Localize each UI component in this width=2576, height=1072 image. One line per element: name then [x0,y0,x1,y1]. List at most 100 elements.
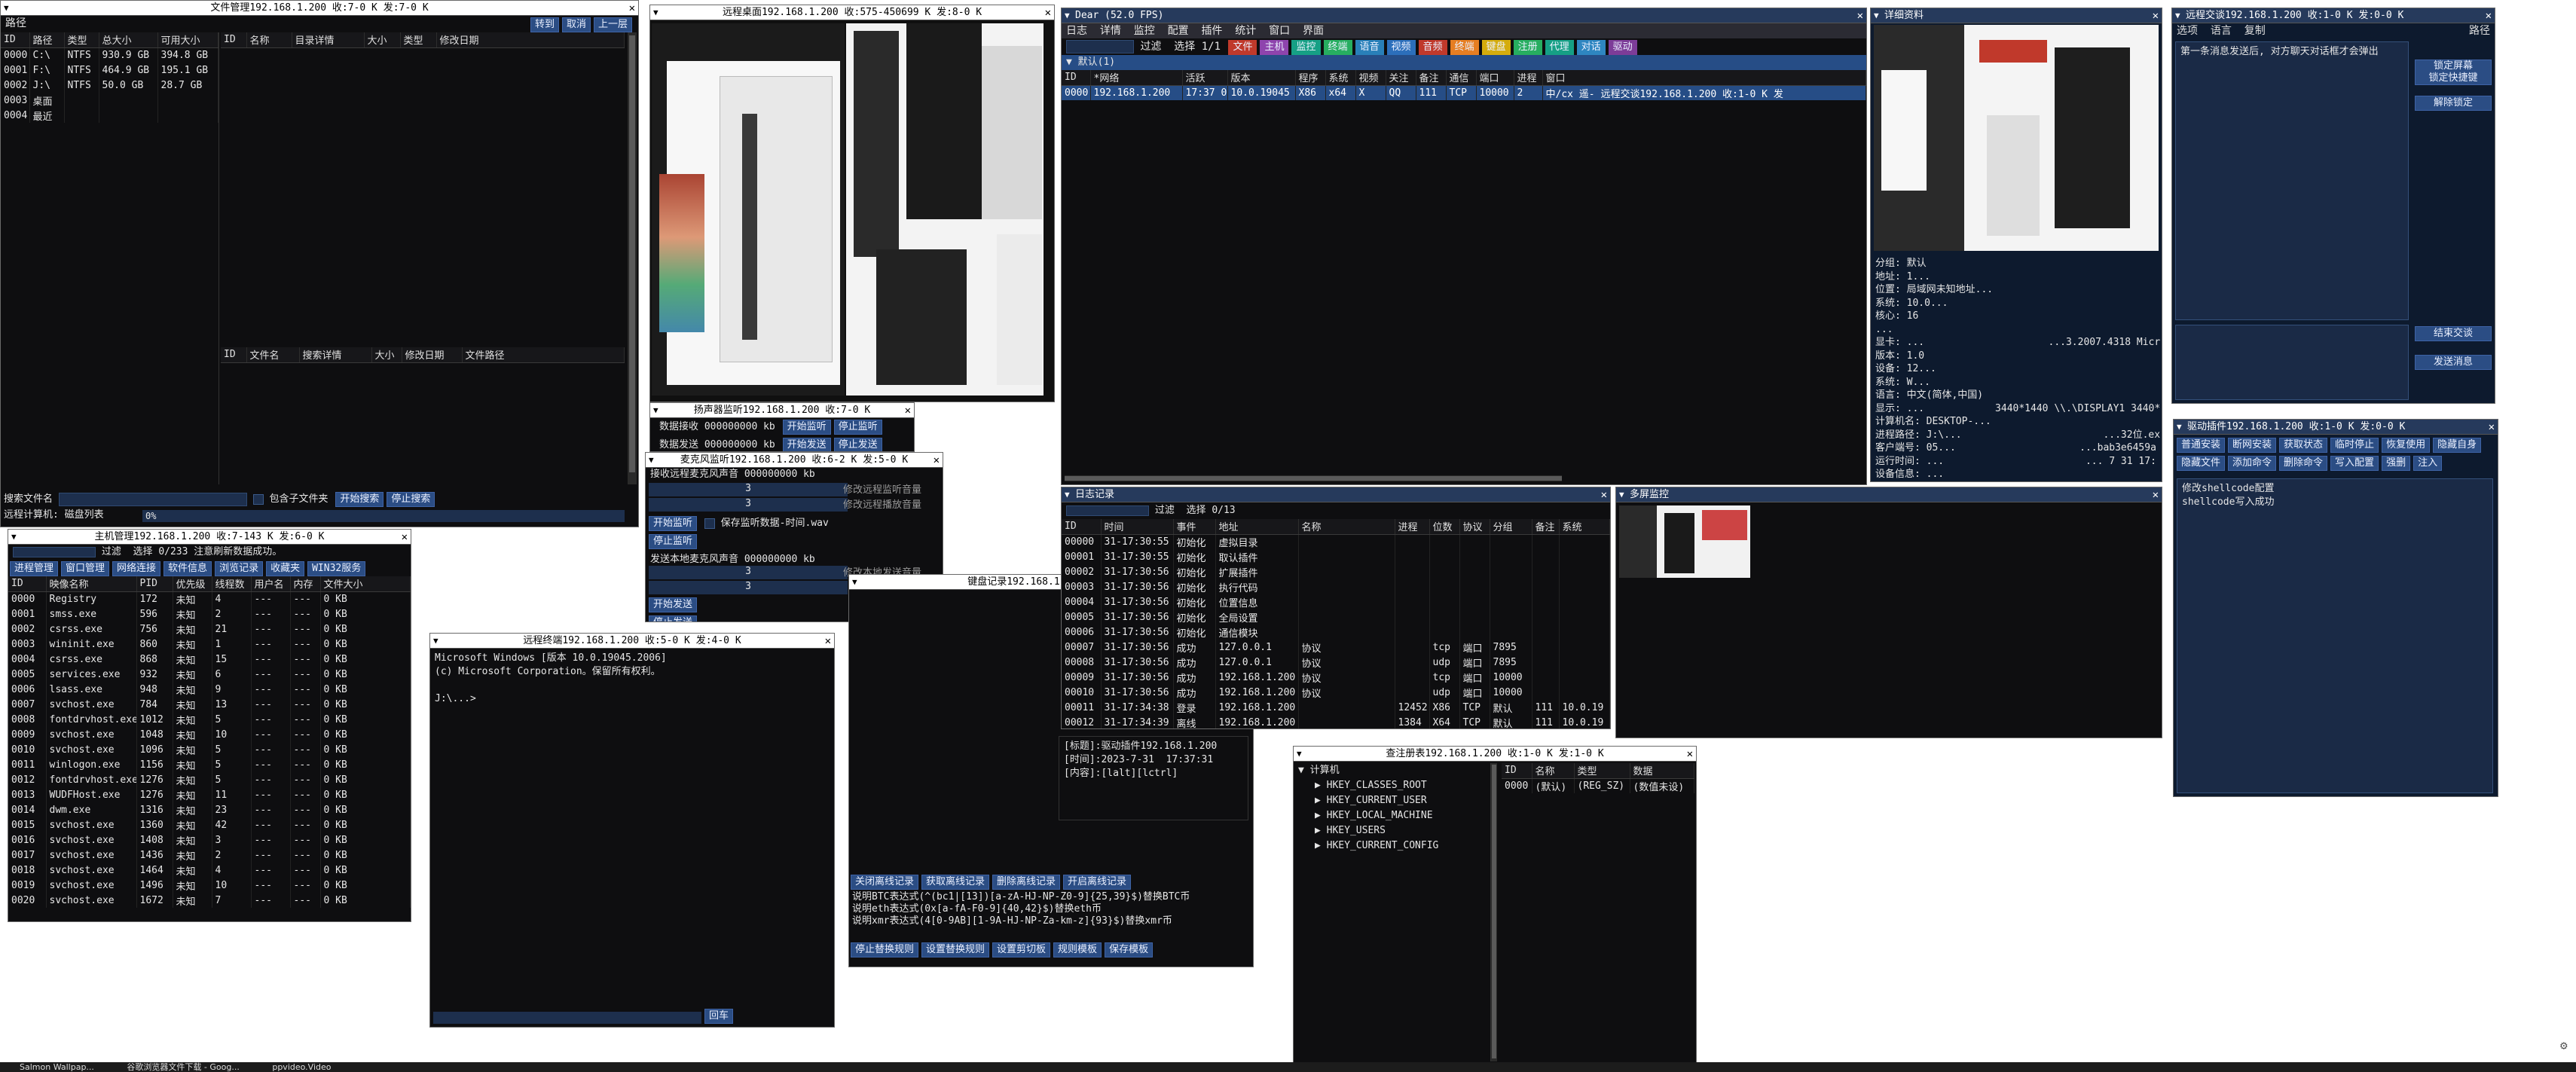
col-header[interactable]: 总大小 [99,32,158,48]
log-filter-input[interactable] [1066,505,1149,516]
taskbar-item[interactable]: 谷歌浏览器文件下载 - Goog... [127,1062,239,1072]
col-header[interactable]: 名称 [246,32,292,48]
driver-action-button[interactable]: 强删 [2382,456,2411,471]
col-header[interactable]: 文件名 [246,347,300,363]
start-send-button[interactable]: 开始发送 [649,597,698,612]
search-filename-input[interactable] [58,492,247,506]
col-header[interactable]: 类型 [400,32,437,48]
table-row[interactable]: 0007 svchost.exe 784 未知 13 --- --- 0 KB [8,697,411,712]
table-row[interactable]: 0003 桌面 [1,93,218,108]
table-row[interactable]: 0001 F:\ NTFS 464.9 GB 195.1 GB [1,63,218,78]
col-header[interactable]: 线程数 [212,576,252,592]
table-row[interactable]: 0000 (默认) (REG_SZ) (数值未设) [1502,778,1694,793]
menu-options[interactable]: 选项 [2177,25,2198,37]
menu-log[interactable]: 日志 [1066,25,1087,37]
table-row[interactable]: 00008 31-17:30:56 成功 127.0.0.1 协议 udp 端口 7895 [1062,655,1610,670]
table-row[interactable]: 00011 31-17:34:38 登录 192.168.1.200 12452 X86 T… [1062,700,1610,715]
driver-action-button[interactable]: 恢复使用 [2382,438,2431,453]
plugin-tag-button[interactable]: 终端 [1450,40,1479,55]
speaker-titlebar[interactable]: ▼ 扬声器监听192.168.1.200 收:7-0 K ✕ [650,403,914,418]
rule-button[interactable]: 保存模板 [1105,942,1154,957]
plugin-tag-button[interactable]: 语音 [1355,40,1384,55]
col-header[interactable]: 关注 [1386,70,1416,86]
tab-button[interactable]: 软件信息 [163,561,212,576]
col-header[interactable]: 内存 [290,576,321,592]
table-row[interactable]: 0014 dwm.exe 1316 未知 23 --- --- 0 KB [8,802,411,817]
close-icon[interactable]: ✕ [1601,487,1607,502]
terminal-output[interactable]: Microsoft Windows [版本 10.0.19045.2006] (… [430,649,834,709]
col-header[interactable]: 数据 [1630,763,1694,779]
collapse-arrow-icon[interactable]: ▼ [1065,487,1070,502]
chat-message-input[interactable] [2175,325,2409,400]
col-header[interactable]: 时间 [1101,519,1174,535]
driver-action-button[interactable]: 断网安装 [2228,438,2277,453]
plugin-tag-button[interactable]: 代理 [1545,40,1574,55]
tree-root[interactable]: ▼ 计算机 [1298,763,1490,778]
close-icon[interactable]: ✕ [934,453,940,467]
save-recording-checkbox[interactable] [704,518,715,529]
table-row[interactable]: 0004 csrss.exe 868 未知 15 --- --- 0 KB [8,652,411,667]
replace-rule[interactable]: 说明eth表达式(0x[a-fA-F0-9]{40,42}$)替换eth币 [852,903,1247,915]
table-row[interactable]: 0003 wininit.exe 860 未知 1 --- --- 0 KB [8,637,411,652]
cancel-button[interactable]: 取消 [561,17,591,32]
stop-send-button[interactable]: 停止发送 [649,615,698,622]
end-chat-button[interactable]: 结束交谈 [2415,326,2492,341]
unlock-button[interactable]: 解除锁定 [2415,96,2492,111]
col-header[interactable]: 路径 [29,32,65,48]
col-header[interactable]: 地址 [1215,519,1299,535]
scrollbar[interactable] [628,32,637,484]
table-row[interactable]: 0009 svchost.exe 1048 未知 10 --- --- 0 KB [8,727,411,742]
col-header[interactable]: 搜索详情 [299,347,372,363]
col-header[interactable]: ID [1502,763,1532,779]
collapse-arrow-icon[interactable]: ▼ [2175,8,2180,23]
table-row[interactable]: 00003 31-17:30:56 初始化 执行代码 [1062,579,1610,594]
tab-button[interactable]: 窗口管理 [61,561,110,576]
table-row[interactable]: 0006 lsass.exe 948 未知 9 --- --- 0 KB [8,682,411,697]
menu-window[interactable]: 窗口 [1269,25,1290,37]
col-header[interactable]: ID [221,32,247,48]
rule-button[interactable]: 设置剪切板 [992,942,1051,957]
table-row[interactable]: 00002 31-17:30:56 初始化 扩展插件 [1062,564,1610,579]
col-header[interactable]: 协议 [1459,519,1490,535]
close-icon[interactable]: ✕ [905,403,911,417]
col-header[interactable]: ID [8,576,47,592]
driver-action-button[interactable]: 注入 [2413,456,2443,471]
registry-key[interactable]: ▶ HKEY_CURRENT_USER [1315,793,1490,808]
col-header[interactable]: *网络 [1090,70,1183,86]
table-row[interactable]: 0002 csrss.exe 756 未知 21 --- --- 0 KB [8,622,411,637]
table-row[interactable]: 00001 31-17:30:55 初始化 取认插件 [1062,549,1610,564]
plugin-tag-button[interactable]: 注册 [1513,40,1542,55]
listen-volume-slider[interactable]: 3 [649,483,848,496]
col-header[interactable]: 备注 [1532,519,1560,535]
table-row[interactable]: 00000 31-17:30:55 初始化 虚拟目录 [1062,534,1610,549]
offline-log-button[interactable]: 关闭离线记录 [851,875,919,890]
table-row[interactable]: 00009 31-17:30:56 成功 192.168.1.200 协议 tcp 端口 10… [1062,670,1610,685]
close-icon[interactable]: ✕ [2153,487,2159,502]
table-row[interactable]: 0020 svchost.exe 1672 未知 7 --- --- 0 KB [8,893,411,908]
plugin-tag-button[interactable]: 文件 [1228,40,1257,55]
close-icon[interactable]: ✕ [825,634,831,648]
plugin-tag-button[interactable]: 驱动 [1608,40,1637,55]
col-header[interactable]: 备注 [1416,70,1447,86]
table-row[interactable]: 0019 svchost.exe 1496 未知 10 --- --- 0 KB [8,878,411,893]
table-row[interactable]: 0005 services.exe 932 未知 6 --- --- 0 KB [8,667,411,682]
filter-input[interactable] [1066,40,1134,53]
col-header[interactable]: 映像名称 [46,576,137,592]
col-header[interactable]: 进程 [1514,70,1543,86]
table-row[interactable]: 0002 J:\ NTFS 50.0 GB 28.7 GB [1,78,218,93]
menu-ui[interactable]: 界面 [1303,25,1324,37]
tab-button[interactable]: 进程管理 [10,561,59,576]
main-titlebar[interactable]: ▼ Dear (52.0 FPS) ✕ [1062,8,1866,23]
taskbar-item[interactable]: Salmon Wallpap... [20,1062,94,1072]
table-row[interactable]: 0001 smss.exe 596 未知 2 --- --- 0 KB [8,606,411,622]
registry-key[interactable]: ▶ HKEY_CLASSES_ROOT [1315,778,1490,793]
menu-monitor[interactable]: 监控 [1134,25,1155,37]
table-row[interactable]: 0016 svchost.exe 1408 未知 3 --- --- 0 KB [8,832,411,848]
col-header[interactable]: 版本 [1227,70,1296,86]
col-header[interactable]: 事件 [1173,519,1216,535]
table-row[interactable]: 0017 svchost.exe 1436 未知 2 --- --- 0 KB [8,848,411,863]
menu-copy[interactable]: 复制 [2244,25,2266,37]
process-manager-titlebar[interactable]: ▼ 主机管理192.168.1.200 收:7-143 K 发:6-0 K ✕ [8,530,411,545]
start-search-button[interactable]: 开始搜索 [335,492,384,507]
col-header[interactable]: PID [136,576,173,592]
